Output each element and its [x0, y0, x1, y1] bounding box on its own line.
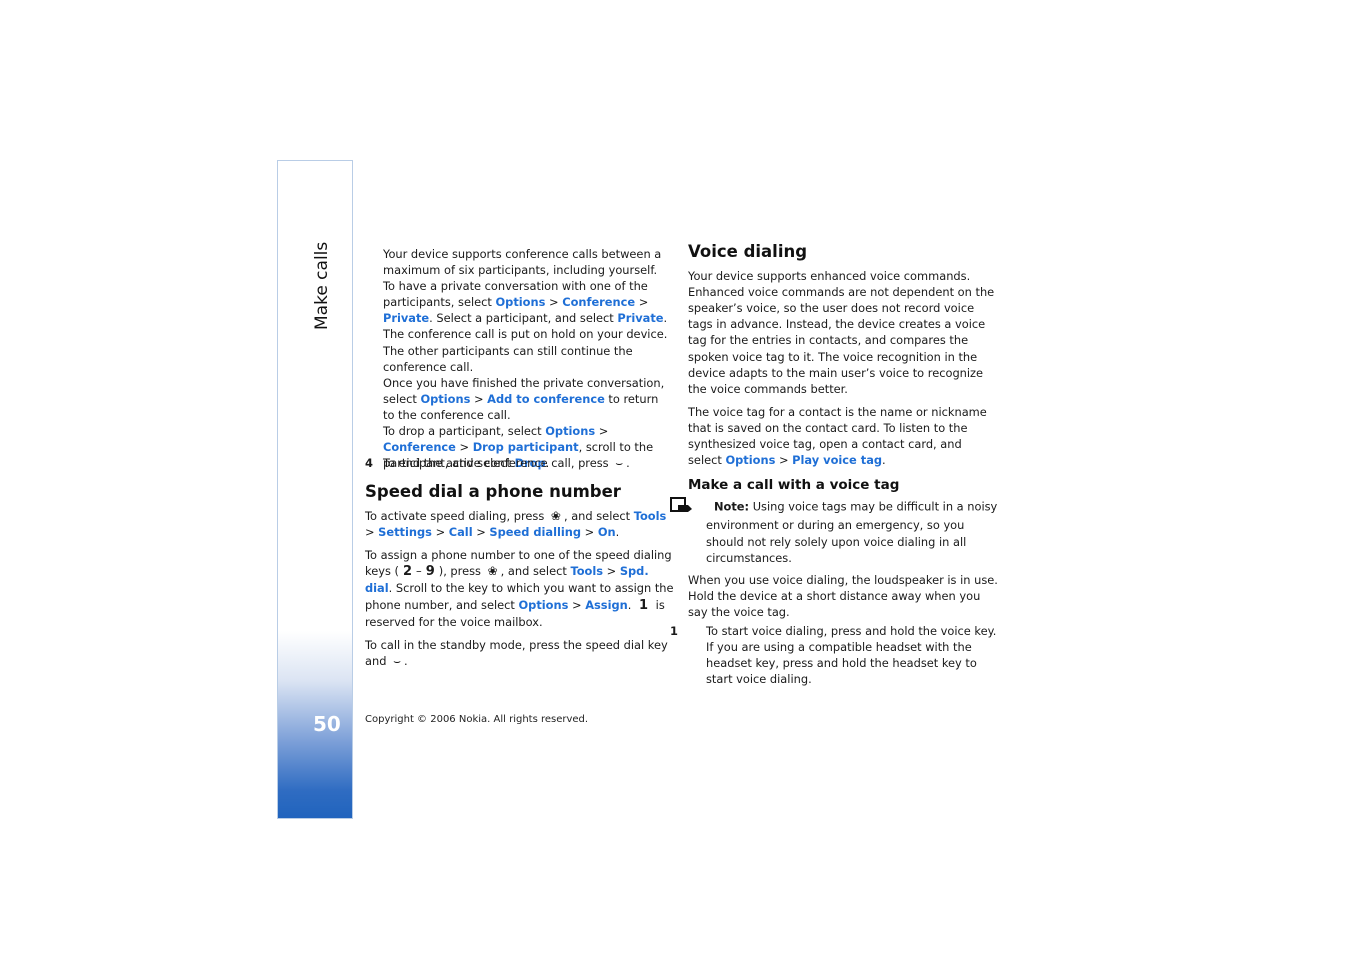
speed-dial-section: Speed dial a phone number To activate sp…	[365, 482, 675, 669]
menu-link-play-voice-tag[interactable]: Play voice tag	[792, 453, 882, 467]
paragraph: Your device supports conference calls be…	[383, 247, 662, 278]
paragraph: To assign a phone number to one of the s…	[365, 548, 674, 629]
menu-link-on[interactable]: On	[598, 525, 616, 539]
page-number: 50	[313, 712, 341, 736]
chapter-title: Make calls	[312, 241, 332, 330]
menu-link-private[interactable]: Private	[617, 311, 663, 325]
menu-key-icon: ❀	[487, 564, 498, 579]
paragraph: Your device supports enhanced voice comm…	[688, 269, 995, 396]
subsection-heading: Make a call with a voice tag	[688, 477, 900, 494]
menu-link-options[interactable]: Options	[518, 598, 568, 612]
paragraph: Once you have finished the private conve…	[383, 375, 665, 422]
menu-link-settings[interactable]: Settings	[378, 525, 432, 539]
section-heading: Voice dialing	[688, 242, 808, 261]
paragraph: To call in the standby mode, press the s…	[365, 637, 668, 668]
paragraph: To have a private conversation with one …	[383, 279, 668, 374]
menu-link-conference[interactable]: Conference	[562, 295, 635, 309]
paragraph: The voice tag for a contact is the name …	[688, 404, 987, 468]
voice-dialing-section: Voice dialing Your device supports enhan…	[670, 242, 998, 687]
menu-link-speed-dialling[interactable]: Speed dialling	[489, 525, 581, 539]
note: Note: Using voice tags may be difficult …	[670, 497, 998, 565]
menu-link-options[interactable]: Options	[725, 453, 775, 467]
menu-link-add-to-conference[interactable]: Add to conference	[487, 392, 605, 406]
conference-intro: Your device supports conference calls be…	[383, 246, 673, 471]
key-9-icon: 9	[425, 564, 435, 580]
menu-link-tools[interactable]: Tools	[634, 509, 667, 523]
menu-link-tools[interactable]: Tools	[570, 564, 603, 578]
menu-link-options[interactable]: Options	[545, 424, 595, 438]
step-1: 1 To start voice dialing, press and hold …	[670, 623, 997, 687]
menu-link-options[interactable]: Options	[496, 295, 546, 309]
end-call-icon: ⌣	[615, 456, 624, 470]
menu-link-private[interactable]: Private	[383, 311, 429, 325]
step-4: 4 To end the active conference call, pres…	[365, 456, 630, 470]
paragraph: When you use voice dialing, the loudspea…	[688, 572, 998, 619]
menu-link-conference[interactable]: Conference	[383, 440, 456, 454]
menu-link-drop-participant[interactable]: Drop participant	[473, 440, 579, 454]
note-icon	[670, 497, 714, 517]
copyright-footer: Copyright © 2006 Nokia. All rights reser…	[365, 714, 589, 725]
paragraph: To activate speed dialing, press ❀, and …	[365, 509, 667, 540]
menu-link-options[interactable]: Options	[420, 392, 470, 406]
key-1-icon: 1	[638, 597, 649, 613]
menu-link-assign[interactable]: Assign	[585, 598, 628, 612]
section-heading: Speed dial a phone number	[365, 482, 621, 501]
menu-link-call[interactable]: Call	[449, 525, 473, 539]
menu-key-icon: ❀	[550, 509, 561, 524]
key-2-icon: 2	[402, 564, 412, 580]
step-number: 4	[365, 456, 373, 470]
call-key-icon: ⌣	[393, 653, 401, 668]
step-number: 1	[670, 623, 678, 638]
